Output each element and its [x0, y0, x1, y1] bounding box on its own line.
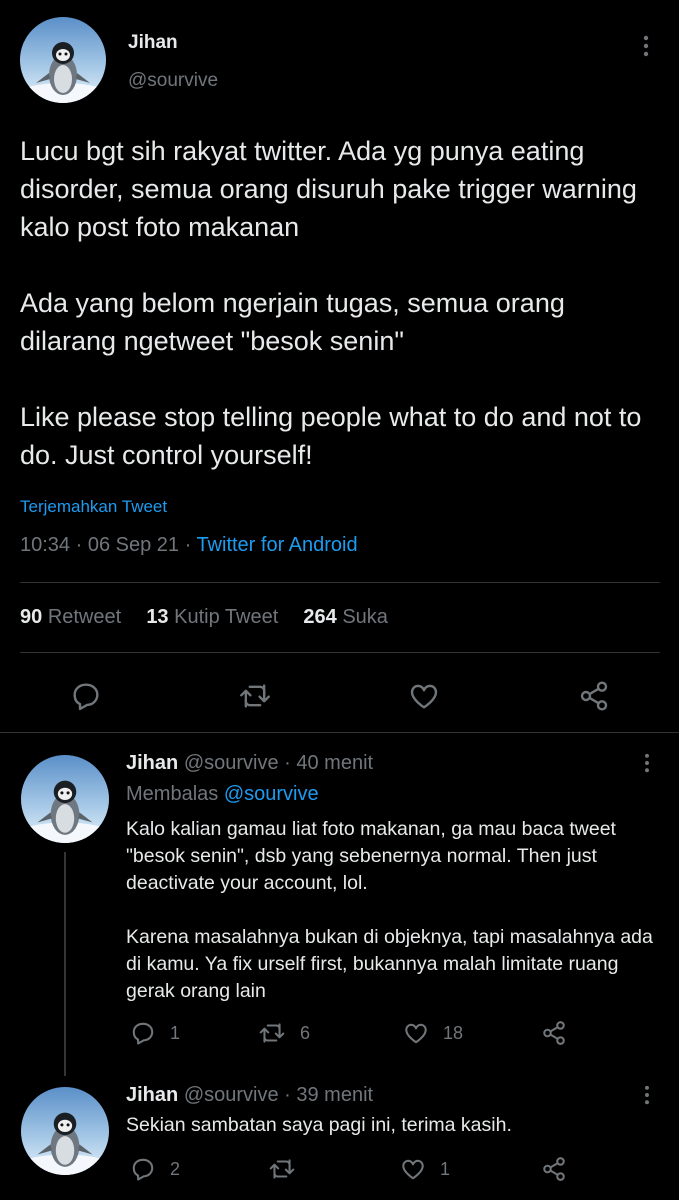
replying-label: Membalas [126, 783, 219, 805]
reply-text: Sekian sambatan saya pagi ini, terima ka… [126, 1114, 512, 1136]
avatar-penguin [21, 1087, 109, 1175]
reply-time[interactable]: · 40 menit [284, 752, 373, 774]
retweet-button[interactable] [268, 1156, 310, 1182]
divider [20, 582, 660, 583]
divider [0, 732, 679, 733]
reply-button[interactable]: 2 [130, 1156, 180, 1182]
tweet-text: Lucu bgt sih rakyat twitter. Ada yg puny… [20, 132, 668, 474]
quote-count[interactable]: 13 [146, 606, 168, 628]
reply-text: Kalo kalian gamau liat foto makanan, ga … [126, 816, 656, 1005]
tweet-paragraph: Like please stop telling people what to … [20, 402, 642, 470]
retweet-button[interactable] [238, 680, 272, 712]
avatar-penguin [21, 755, 109, 843]
like-icon [402, 1159, 424, 1180]
like-label[interactable]: Suka [342, 606, 388, 628]
reply-author-handle[interactable]: @sourvive [184, 1084, 279, 1106]
reply-author-handle[interactable]: @sourvive [184, 752, 279, 774]
more-vertical-icon[interactable] [636, 34, 656, 58]
thread-line [64, 852, 66, 1076]
retweet-count: 6 [300, 1022, 311, 1043]
avatar[interactable] [20, 17, 106, 103]
reply-header: Jihan @sourvive · 39 menit [126, 1084, 373, 1107]
translate-link[interactable]: Terjemahkan Tweet [20, 497, 167, 517]
reply-time[interactable]: · 39 menit [284, 1084, 373, 1106]
retweet-button[interactable]: 6 [258, 1020, 310, 1046]
like-count: 1 [440, 1158, 451, 1179]
like-button[interactable] [408, 680, 440, 712]
more-vertical-icon[interactable] [638, 1084, 656, 1106]
replying-handle[interactable]: @sourvive [224, 783, 319, 805]
divider [20, 652, 660, 653]
reply-header: Jihan @sourvive · 40 menit [126, 752, 373, 775]
avatar-penguin [20, 17, 106, 103]
share-icon [543, 1157, 565, 1181]
retweet-count[interactable]: 90 [20, 606, 42, 628]
like-button[interactable]: 18 [403, 1020, 463, 1046]
like-icon [405, 1023, 427, 1044]
like-icon [410, 684, 438, 709]
like-count: 18 [443, 1022, 464, 1043]
avatar[interactable] [21, 755, 109, 843]
reply-count: 1 [170, 1022, 181, 1043]
retweet-icon [259, 1023, 285, 1043]
share-icon [543, 1021, 565, 1045]
timestamp: 10:34 · 06 Sep 21 · [20, 534, 192, 556]
share-button[interactable] [578, 680, 610, 712]
like-button[interactable]: 1 [400, 1156, 450, 1182]
stats-row: 90 Retweet 13 Kutip Tweet 264 Suka [20, 606, 388, 629]
reply-button[interactable] [70, 680, 102, 712]
source-link[interactable]: Twitter for Android [196, 534, 357, 556]
reply-button[interactable]: 1 [130, 1020, 180, 1046]
retweet-label[interactable]: Retweet [48, 606, 121, 628]
tweet-paragraph: Ada yang belom ngerjain tugas, semua ora… [20, 288, 565, 356]
reply-icon [132, 1022, 154, 1045]
share-button[interactable] [541, 1156, 567, 1182]
reply-icon [73, 683, 99, 711]
quote-label[interactable]: Kutip Tweet [174, 606, 278, 628]
more-vertical-icon[interactable] [638, 752, 656, 774]
reply-author-name[interactable]: Jihan [126, 752, 178, 774]
reply-paragraph: Kalo kalian gamau liat foto makanan, ga … [126, 818, 616, 894]
avatar[interactable] [21, 1087, 109, 1175]
tweet-paragraph: Lucu bgt sih rakyat twitter. Ada yg puny… [20, 136, 637, 242]
author-handle[interactable]: @sourvive [128, 70, 218, 92]
like-count[interactable]: 264 [303, 606, 336, 628]
reply-author-name[interactable]: Jihan [126, 1084, 178, 1106]
retweet-icon [240, 684, 270, 708]
author-name[interactable]: Jihan [128, 32, 178, 54]
timestamp-row: 10:34 · 06 Sep 21 · Twitter for Android [20, 534, 358, 557]
share-icon [580, 681, 608, 711]
replying-to: Membalas @sourvive [126, 783, 319, 806]
retweet-icon [269, 1159, 295, 1179]
reply-icon [132, 1158, 154, 1181]
share-button[interactable] [541, 1020, 567, 1046]
reply-paragraph: Karena masalahnya bukan di objeknya, tap… [126, 926, 653, 1002]
reply-count: 2 [170, 1158, 181, 1179]
